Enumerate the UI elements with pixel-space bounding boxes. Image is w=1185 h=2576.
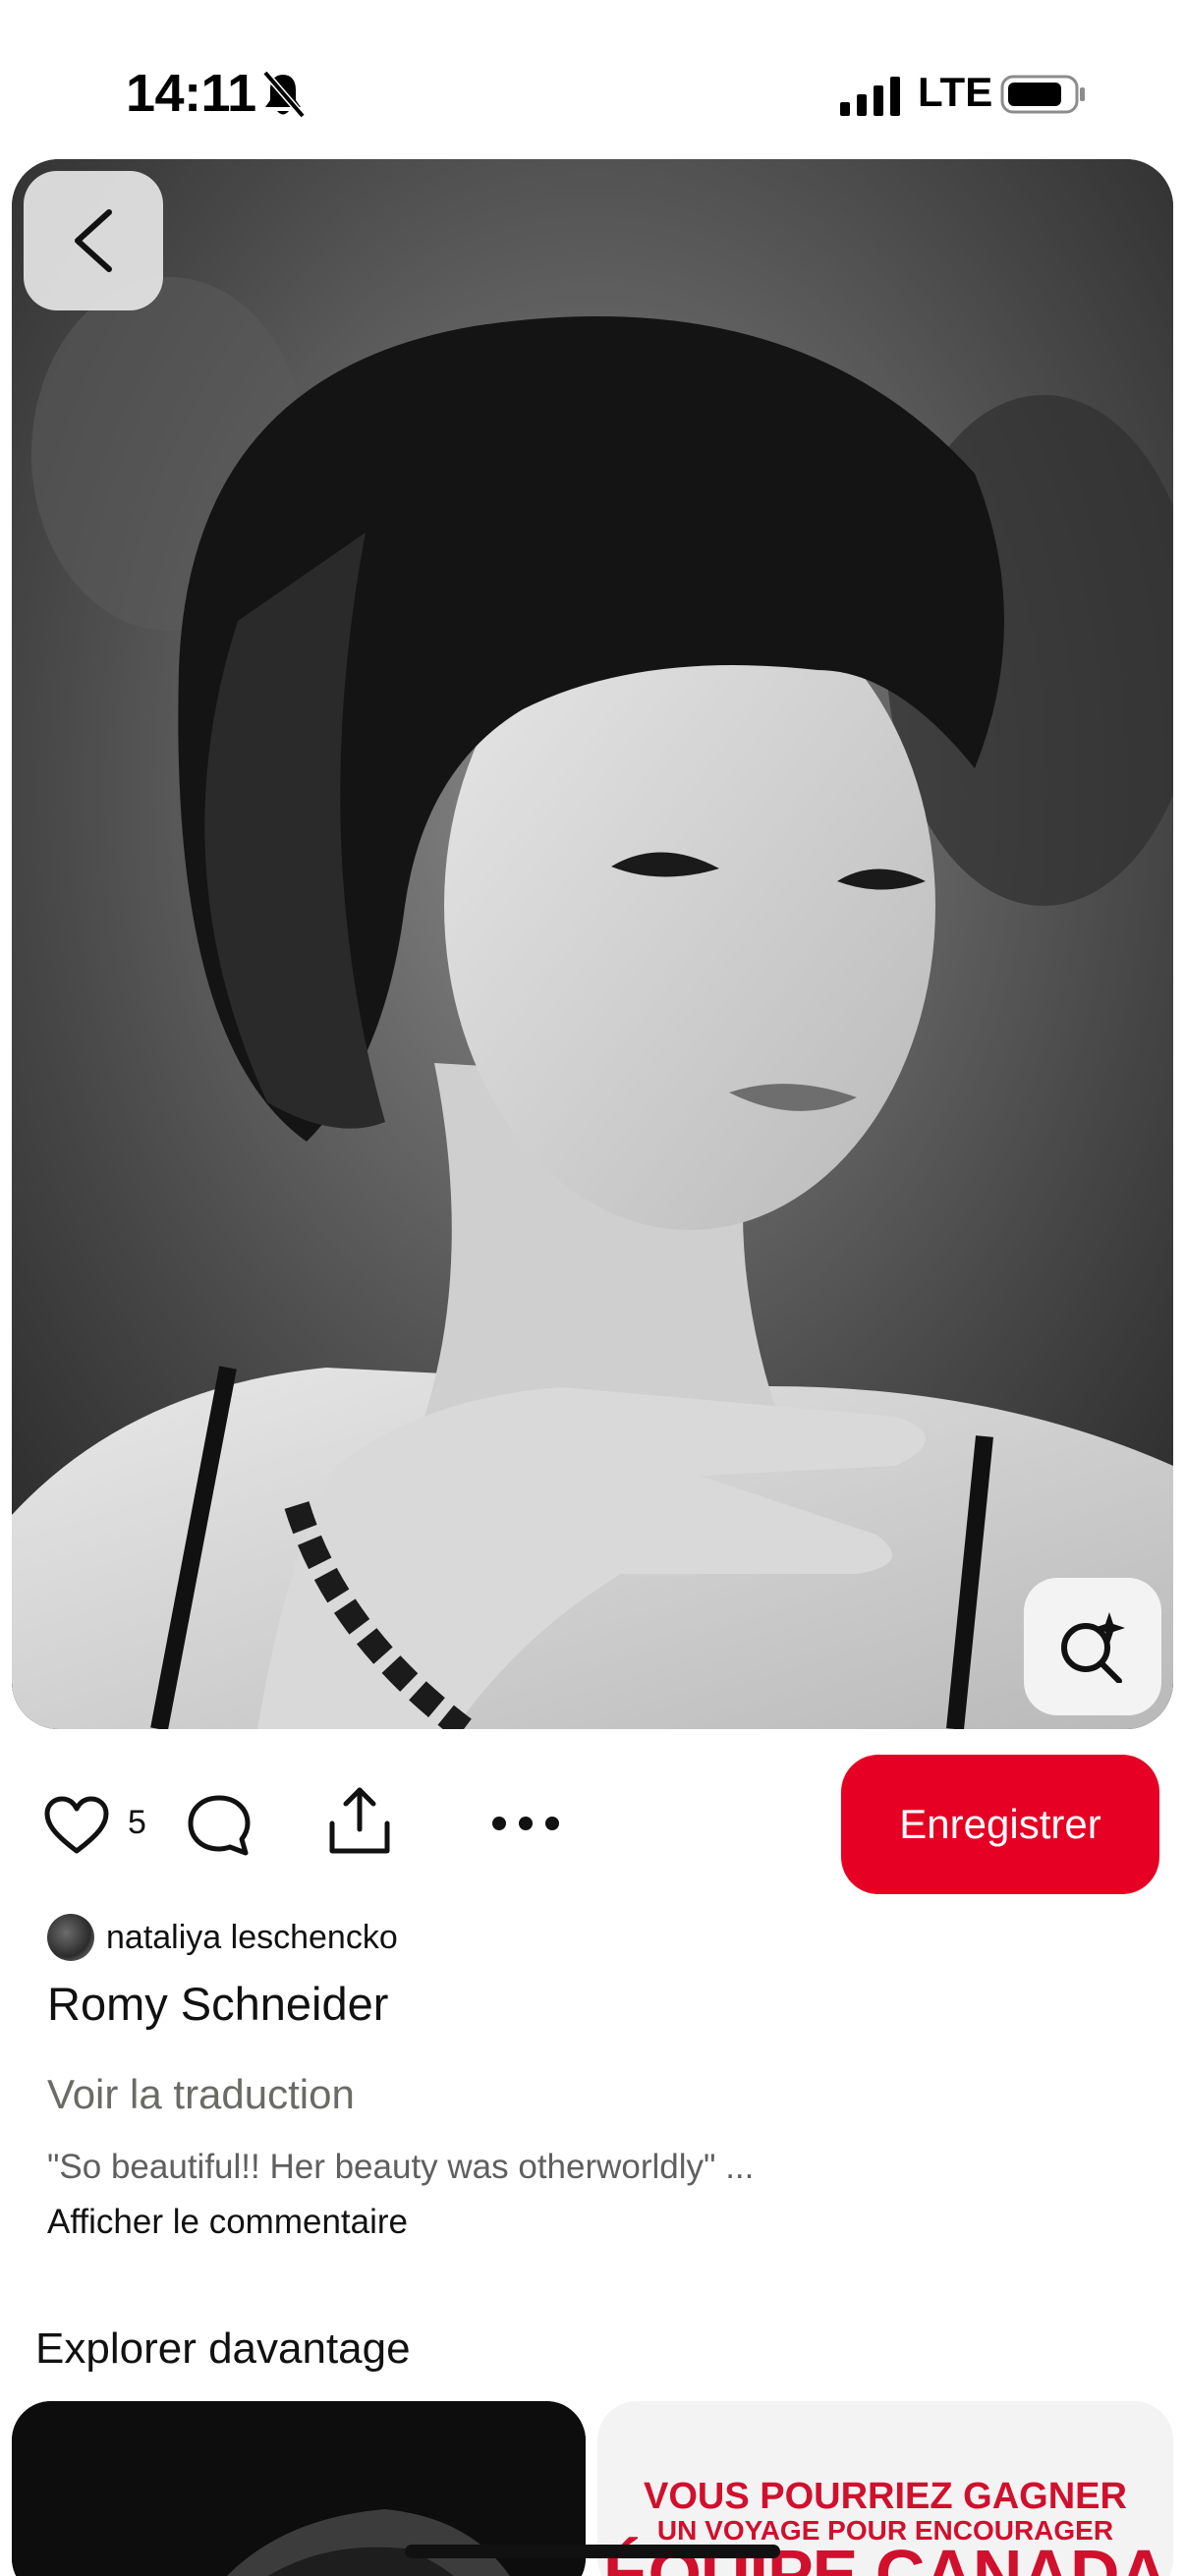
- signal-icon: [840, 77, 900, 116]
- avatar[interactable]: [47, 1914, 94, 1961]
- home-indicator[interactable]: [405, 2545, 780, 2558]
- status-bar: 14:11 LTE: [0, 0, 1185, 157]
- show-comment-link[interactable]: Afficher le commentaire: [47, 2203, 408, 2242]
- translate-link[interactable]: Voir la traduction: [47, 2071, 355, 2118]
- more-horizontal-icon[interactable]: [491, 1814, 560, 1833]
- chevron-left-icon: [75, 209, 112, 272]
- network-label: LTE: [918, 69, 993, 115]
- pin-image[interactable]: [12, 159, 1173, 1729]
- bell-muted-icon: [262, 70, 306, 119]
- status-time: 14:11: [126, 64, 256, 123]
- save-button[interactable]: Enregistrer: [841, 1755, 1159, 1894]
- portrait-photo: [12, 159, 1173, 1729]
- pin-actions: 5 Enregistrer: [0, 1749, 1185, 1896]
- heart-icon[interactable]: [43, 1796, 110, 1855]
- comment-preview: "So beautiful!! Her beauty was otherworl…: [47, 2148, 755, 2186]
- share-upload-icon[interactable]: [326, 1786, 393, 1855]
- visual-search-icon: [1061, 1612, 1125, 1683]
- pin-author[interactable]: nataliya leschencko: [47, 1912, 398, 1963]
- comment-bubble-icon[interactable]: [187, 1794, 252, 1857]
- explore-heading: Explorer davantage: [35, 2324, 411, 2373]
- ad-headline: VOUS POURRIEZ GAGNER: [644, 2476, 1127, 2517]
- pin-title: Romy Schneider: [47, 1978, 389, 2030]
- battery-icon: [1000, 75, 1085, 114]
- visual-search-button[interactable]: [1024, 1578, 1161, 1715]
- like-count: 5: [128, 1804, 146, 1841]
- back-button[interactable]: [24, 171, 163, 310]
- author-name[interactable]: nataliya leschencko: [106, 1919, 398, 1957]
